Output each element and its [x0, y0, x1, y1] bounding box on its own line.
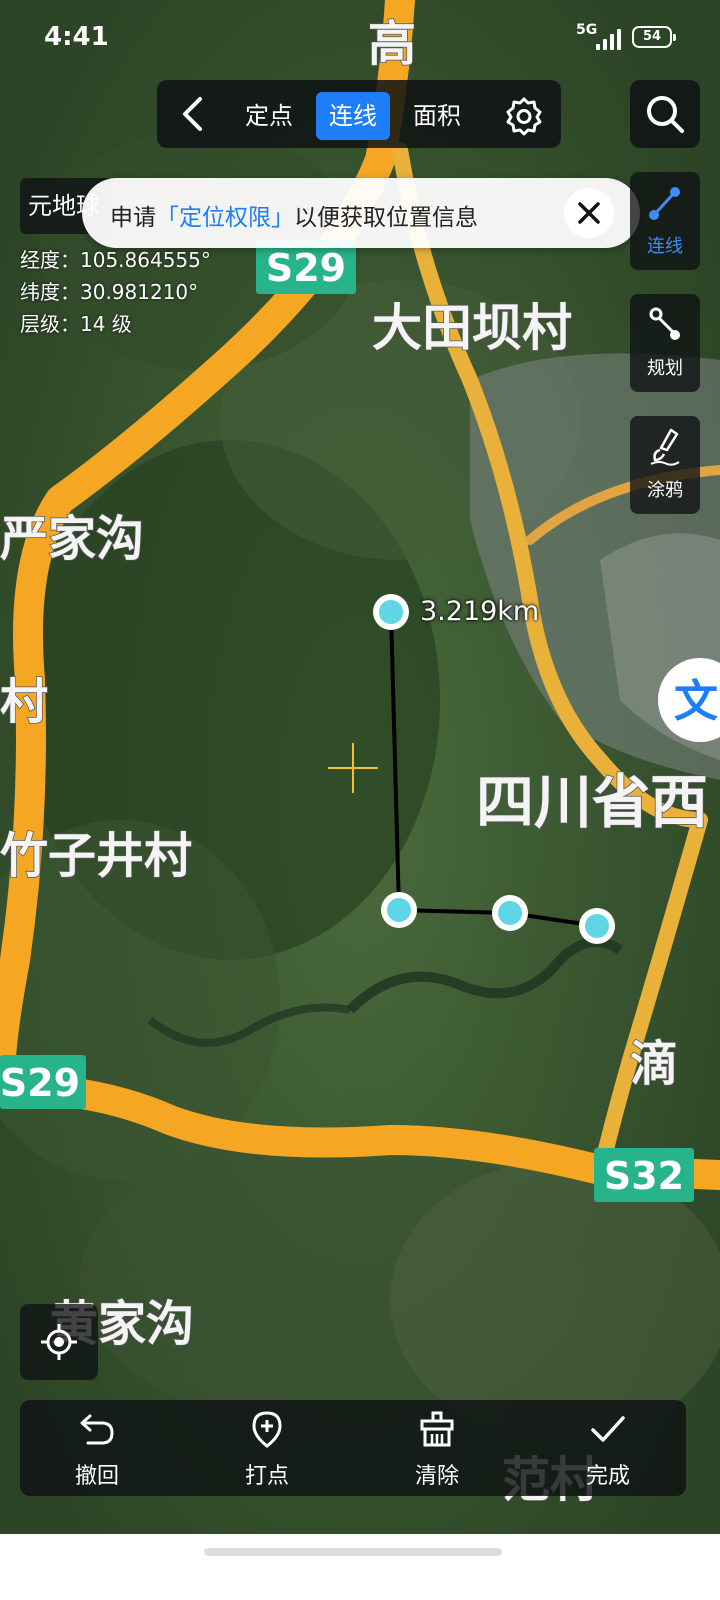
map-label-di: 滴 — [630, 1036, 678, 1092]
side-tool-label: 规划 — [647, 358, 683, 379]
undo-button[interactable]: 撤回 — [37, 1400, 157, 1496]
settings-button[interactable] — [498, 90, 550, 142]
toast-close-button[interactable] — [564, 188, 614, 238]
signal-icon — [596, 28, 622, 50]
locate-me-button[interactable] — [20, 1304, 98, 1380]
route-shield-s29-left: S29 — [0, 1061, 80, 1105]
route-shield-s29-top: S29 — [266, 246, 346, 290]
side-tool-label: 连线 — [647, 236, 683, 257]
tab-area[interactable]: 面积 — [404, 92, 470, 140]
back-button[interactable] — [166, 88, 220, 140]
toast-prefix: 申请 — [110, 205, 156, 231]
add-point-label: 打点 — [244, 1464, 289, 1489]
add-point-button[interactable]: 打点 — [207, 1400, 327, 1496]
done-label: 完成 — [585, 1464, 630, 1489]
poi-marker-wen: 文 — [674, 676, 718, 727]
permission-message[interactable]: 申请「定位权限」以便获取位置信息 — [110, 198, 478, 232]
side-tool-label: 涂鸦 — [647, 480, 683, 501]
measure-distance-label: 3.219km — [420, 596, 540, 627]
clear-label: 清除 — [414, 1464, 459, 1489]
gear-icon — [506, 97, 542, 136]
toast-permission-link[interactable]: 「定位权限」 — [156, 205, 294, 231]
chevron-left-icon — [183, 97, 202, 131]
search-button[interactable] — [630, 80, 700, 148]
brush-icon — [650, 428, 680, 466]
status-time: 4:41 — [44, 22, 109, 52]
system-nav-bar — [0, 1534, 720, 1600]
latitude-readout: 纬度：30.981210° — [20, 280, 199, 304]
map-label-datianba: 大田坝村 — [372, 299, 572, 357]
map-label-sichuan: 四川省西 — [476, 768, 708, 836]
done-button[interactable]: 完成 — [548, 1400, 668, 1496]
toast-suffix: 以便获取位置信息 — [294, 205, 478, 231]
check-icon — [591, 1416, 625, 1442]
add-point-icon — [252, 1411, 282, 1448]
search-icon — [647, 96, 684, 133]
network-type: 5G — [576, 22, 598, 38]
clear-button[interactable]: 清除 — [377, 1400, 497, 1496]
tab-point[interactable]: 定点 — [236, 92, 302, 140]
clear-icon — [420, 1411, 454, 1447]
undo-icon — [80, 1414, 114, 1445]
map-label-gao: 高 — [368, 16, 416, 72]
tab-line[interactable]: 连线 — [316, 92, 390, 140]
close-icon — [578, 202, 600, 224]
battery-icon: 54 — [632, 26, 676, 48]
line-tool-icon — [649, 187, 680, 220]
side-tool-plan[interactable]: 规划 — [630, 294, 700, 392]
side-tool-line[interactable]: 连线 — [630, 172, 700, 270]
undo-label: 撤回 — [74, 1464, 119, 1489]
map-label-cun: 村 — [0, 674, 48, 730]
longitude-readout: 经度：105.864555° — [20, 248, 211, 272]
route-shield-s32: S32 — [604, 1154, 684, 1198]
zoom-level-readout: 层级：14 级 — [20, 312, 132, 336]
side-tool-doodle[interactable]: 涂鸦 — [630, 416, 700, 514]
route-plan-icon — [649, 307, 680, 340]
locate-icon — [41, 1324, 77, 1360]
map-label-zhuzijing: 竹子井村 — [0, 828, 192, 884]
map-label-yanjiagou: 严家沟 — [0, 511, 144, 567]
home-indicator[interactable] — [204, 1548, 502, 1556]
